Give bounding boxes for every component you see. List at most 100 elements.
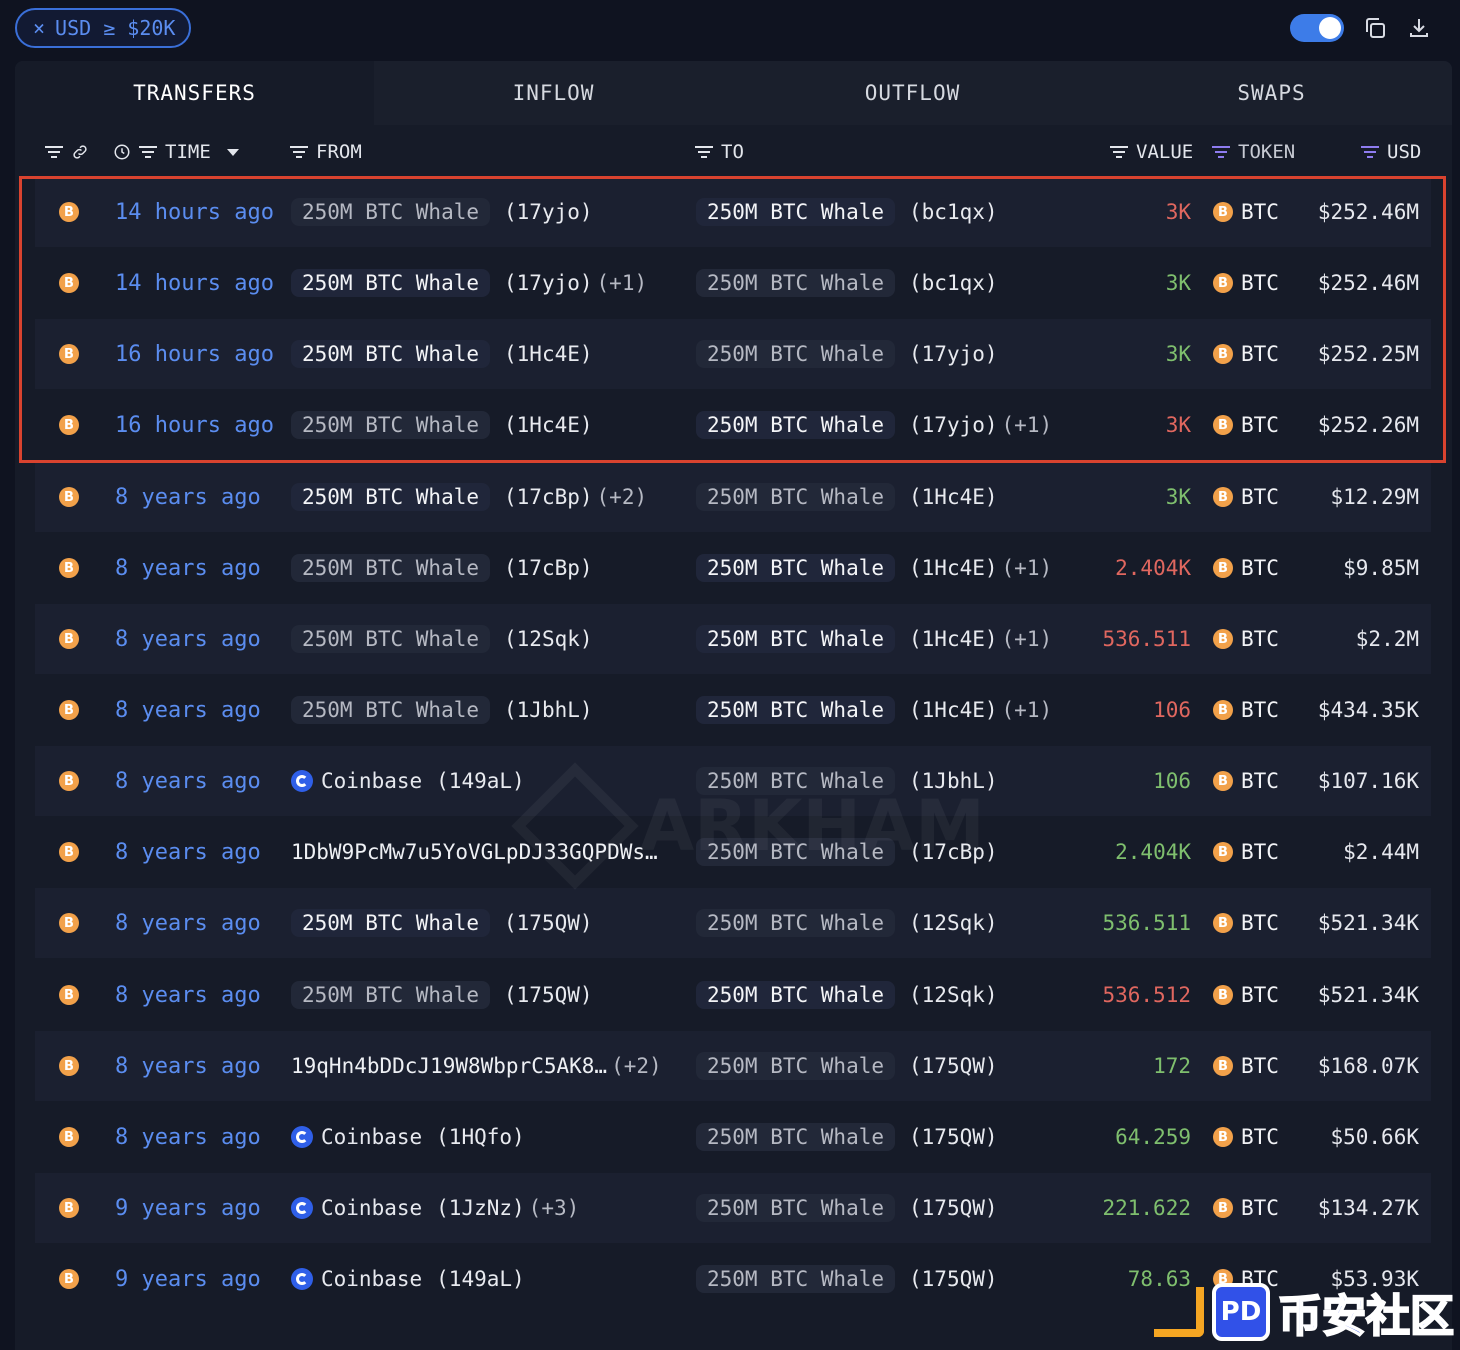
- time-link[interactable]: 8 years ago: [115, 888, 261, 958]
- filter-link-header[interactable]: [45, 139, 89, 165]
- from-address[interactable]: (17cBp): [504, 485, 593, 509]
- table-row[interactable]: B 14 hours ago 250M BTC Whale (17yjo) (+1) 25…: [35, 248, 1431, 318]
- to-address[interactable]: (1Hc4E): [909, 485, 998, 509]
- to-entity-tag[interactable]: 250M BTC Whale: [696, 981, 896, 1009]
- to-address[interactable]: (175QW): [909, 1054, 998, 1078]
- from-entity-name[interactable]: Coinbase: [321, 1267, 422, 1291]
- close-icon[interactable]: ×: [33, 16, 45, 40]
- table-row[interactable]: B8 years ago 250M BTC Whale (175QW) 250M BT…: [35, 888, 1431, 958]
- from-extra-count[interactable]: (+3): [529, 1196, 580, 1220]
- tab-inflow[interactable]: INFLOW: [374, 61, 733, 125]
- token-cell[interactable]: B BTC: [1213, 960, 1279, 1030]
- from-entity-tag[interactable]: 250M BTC Whale: [291, 198, 491, 226]
- from-entity-tag[interactable]: 250M BTC Whale: [291, 981, 491, 1009]
- to-entity-tag[interactable]: 250M BTC Whale: [696, 625, 896, 653]
- from-address[interactable]: (149aL): [436, 1267, 525, 1291]
- table-row[interactable]: B 9 years ago Coinbase (1JzNz) (+3) 250M BTC …: [35, 1173, 1431, 1243]
- from-entity-name[interactable]: Coinbase: [321, 1196, 422, 1220]
- time-link[interactable]: 8 years ago: [115, 817, 261, 887]
- table-row[interactable]: B8 years ago 250M BTC Whale (17cBp) (+2) 250…: [35, 462, 1431, 532]
- to-entity-tag[interactable]: 250M BTC Whale: [696, 340, 896, 368]
- to-address[interactable]: (12Sqk): [909, 983, 998, 1007]
- from-address[interactable]: (17cBp): [504, 556, 593, 580]
- from-address[interactable]: (12Sqk): [504, 627, 593, 651]
- table-row[interactable]: B8 years ago 250M BTC Whale (175QW) 250M BT…: [35, 960, 1431, 1030]
- token-cell[interactable]: B BTC: [1213, 604, 1279, 674]
- table-row[interactable]: B 8 years ago Coinbase (1HQfo) 250M BTC Whal…: [35, 1102, 1431, 1172]
- token-cell[interactable]: B BTC: [1213, 675, 1279, 745]
- time-link[interactable]: 8 years ago: [115, 533, 261, 603]
- filter-icon[interactable]: [45, 145, 63, 159]
- from-entity-tag[interactable]: 250M BTC Whale: [291, 625, 491, 653]
- to-entity-tag[interactable]: 250M BTC Whale: [696, 198, 896, 226]
- to-entity-tag[interactable]: 250M BTC Whale: [696, 269, 896, 297]
- filter-icon[interactable]: [290, 145, 308, 159]
- to-address[interactable]: (17yjo): [909, 342, 998, 366]
- time-link[interactable]: 9 years ago: [115, 1173, 261, 1243]
- to-entity-tag[interactable]: 250M BTC Whale: [696, 909, 896, 937]
- time-link[interactable]: 8 years ago: [115, 1031, 261, 1101]
- from-entity-tag[interactable]: 250M BTC Whale: [291, 554, 491, 582]
- time-link[interactable]: 8 years ago: [115, 675, 261, 745]
- to-extra-count[interactable]: (+1): [1002, 556, 1053, 580]
- to-entity-tag[interactable]: 250M BTC Whale: [696, 554, 896, 582]
- time-link[interactable]: 14 hours ago: [115, 248, 274, 318]
- from-address[interactable]: (1JbhL): [504, 698, 593, 722]
- to-address[interactable]: (175QW): [909, 1125, 998, 1149]
- from-column-header[interactable]: FROM: [290, 139, 362, 165]
- link-icon[interactable]: [71, 143, 89, 161]
- from-address[interactable]: (17yjo): [504, 200, 593, 224]
- token-cell[interactable]: B BTC: [1213, 888, 1279, 958]
- filter-icon[interactable]: [1361, 145, 1379, 159]
- from-address[interactable]: (175QW): [504, 911, 593, 935]
- chevron-down-icon[interactable]: [226, 148, 239, 156]
- to-address[interactable]: (175QW): [909, 1196, 998, 1220]
- to-entity-tag[interactable]: 250M BTC Whale: [696, 483, 896, 511]
- to-entity-tag[interactable]: 250M BTC Whale: [696, 1265, 896, 1293]
- to-address[interactable]: (12Sqk): [909, 911, 998, 935]
- time-link[interactable]: 8 years ago: [115, 1102, 261, 1172]
- from-address[interactable]: 19qHn4bDDcJ19W8WbprC5AK8…: [291, 1054, 607, 1078]
- tab-outflow[interactable]: OUTFLOW: [733, 61, 1092, 125]
- filter-icon[interactable]: [1110, 145, 1128, 159]
- token-cell[interactable]: B BTC: [1213, 177, 1279, 247]
- to-entity-tag[interactable]: 250M BTC Whale: [696, 411, 896, 439]
- token-cell[interactable]: B BTC: [1213, 462, 1279, 532]
- from-address[interactable]: (1Hc4E): [504, 413, 593, 437]
- token-cell[interactable]: B BTC: [1213, 319, 1279, 389]
- download-icon[interactable]: [1406, 15, 1432, 41]
- to-entity-tag[interactable]: 250M BTC Whale: [696, 696, 896, 724]
- token-cell[interactable]: B BTC: [1213, 746, 1279, 816]
- time-link[interactable]: 16 hours ago: [115, 390, 274, 460]
- to-address[interactable]: (1Hc4E): [909, 698, 998, 722]
- to-address[interactable]: (175QW): [909, 1267, 998, 1291]
- from-entity-name[interactable]: Coinbase: [321, 1125, 422, 1149]
- time-link[interactable]: 8 years ago: [115, 746, 261, 816]
- table-row[interactable]: B8 years ago 250M BTC Whale (12Sqk) 250M BT…: [35, 604, 1431, 674]
- table-row[interactable]: B 8 years ago 19qHn4bDDcJ19W8WbprC5AK8… (+2…: [35, 1031, 1431, 1101]
- to-extra-count[interactable]: (+1): [1002, 627, 1053, 651]
- usd-column-header[interactable]: USD: [1361, 139, 1421, 165]
- table-row[interactable]: B8 years ago 250M BTC Whale (1JbhL) 250M BT…: [35, 675, 1431, 745]
- table-row[interactable]: B 16 hours ago 250M BTC Whale (1Hc4E) 250M B…: [35, 390, 1431, 460]
- from-entity-tag[interactable]: 250M BTC Whale: [291, 909, 491, 937]
- filter-icon[interactable]: [1212, 145, 1230, 159]
- token-cell[interactable]: B BTC: [1213, 390, 1279, 460]
- from-entity-tag[interactable]: 250M BTC Whale: [291, 696, 491, 724]
- to-column-header[interactable]: TO: [695, 139, 744, 165]
- tab-transfers[interactable]: TRANSFERS: [15, 61, 374, 125]
- token-cell[interactable]: B BTC: [1213, 248, 1279, 318]
- usd-filter-chip[interactable]: × USD ≥ $20K: [15, 8, 192, 48]
- token-cell[interactable]: B BTC: [1213, 1031, 1279, 1101]
- time-link[interactable]: 8 years ago: [115, 604, 261, 674]
- tab-swaps[interactable]: SWAPS: [1092, 61, 1451, 125]
- from-address[interactable]: (17yjo): [504, 271, 593, 295]
- to-address[interactable]: (17yjo): [909, 413, 998, 437]
- to-entity-tag[interactable]: 250M BTC Whale: [696, 1052, 896, 1080]
- token-cell[interactable]: B BTC: [1213, 1102, 1279, 1172]
- table-row[interactable]: B8 years ago 250M BTC Whale (17cBp) 250M BT…: [35, 533, 1431, 603]
- from-address[interactable]: (1JzNz): [436, 1196, 525, 1220]
- table-row[interactable]: B 14 hours ago 250M BTC Whale (17yjo) 250M B…: [35, 177, 1431, 247]
- copy-icon[interactable]: [1362, 15, 1388, 41]
- token-cell[interactable]: B BTC: [1213, 533, 1279, 603]
